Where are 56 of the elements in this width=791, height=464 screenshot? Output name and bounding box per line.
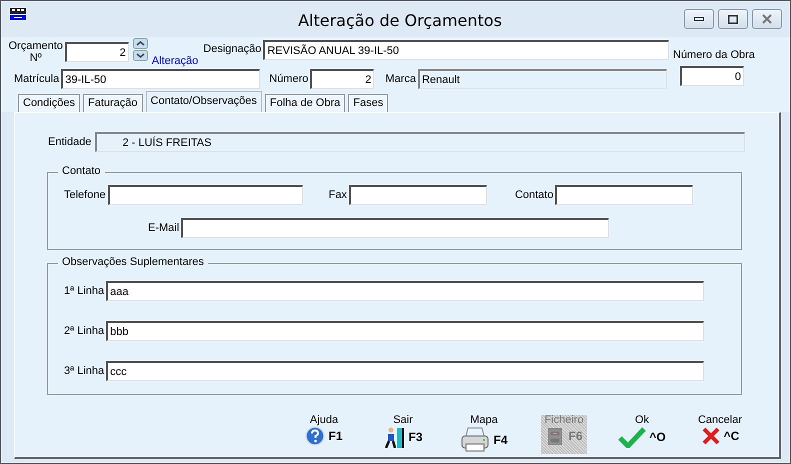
cross-icon (700, 426, 721, 446)
field-label: Orçamento Nº (8, 40, 64, 64)
minimize-button[interactable] (684, 9, 714, 29)
field-label: E-Mail (148, 222, 180, 234)
field-label: Número da Obra (673, 49, 755, 61)
input-field[interactable]: ccc (106, 361, 704, 381)
spin-up-icon (132, 38, 148, 48)
maximize-button[interactable] (718, 9, 748, 29)
tab[interactable]: Condições (18, 94, 80, 112)
app-icon (10, 8, 26, 20)
field-label: Contato (514, 189, 554, 201)
close-button[interactable] (752, 9, 782, 29)
input-field[interactable] (348, 185, 487, 205)
printer-icon (460, 426, 490, 454)
tab[interactable]: Contato/Observações (146, 91, 262, 112)
mode-link[interactable]: Alteração (152, 55, 198, 67)
toolbar-button[interactable]: Ok ^O (619, 415, 665, 454)
toolbar-button[interactable]: Ajuda F1 (303, 415, 345, 454)
maximize-icon (728, 14, 738, 24)
field-label: Telefone (64, 189, 106, 201)
input-field[interactable]: bbb (106, 321, 704, 341)
minimize-icon (694, 17, 704, 21)
group-title: Contato (58, 165, 105, 177)
field-label: Número (269, 73, 308, 85)
input-field[interactable]: REVISÃO ANUAL 39-IL-50 (263, 40, 669, 60)
tab[interactable]: Folha de Obra (264, 94, 346, 112)
toolbar-button[interactable]: Sair F3 (381, 415, 425, 454)
input-field[interactable]: Renault (418, 69, 667, 89)
toolbar-button[interactable]: Mapa F4 (459, 415, 509, 454)
close-icon (762, 14, 772, 24)
field-label: Entidade (48, 136, 92, 148)
field-label: Matrícula (14, 73, 60, 85)
field-label: 3ª Linha (64, 365, 104, 377)
input-field[interactable] (181, 218, 610, 238)
input-field[interactable]: 2 (65, 42, 129, 62)
input-field[interactable]: 2 - LUÍS FREITAS (95, 132, 746, 152)
field-label: Designação (203, 43, 262, 55)
help-icon (305, 426, 326, 446)
input-field[interactable] (555, 185, 694, 205)
input-field[interactable]: aaa (106, 281, 704, 301)
field-label: Marca (385, 73, 416, 85)
walking-person-icon (383, 426, 406, 448)
group-title: Observações Suplementares (58, 256, 208, 268)
input-field[interactable]: 0 (680, 66, 744, 86)
input-field[interactable] (108, 185, 303, 205)
field-label: 2ª Linha (64, 325, 104, 337)
field-label: Fax (328, 189, 347, 201)
tab[interactable]: Fases (348, 94, 388, 112)
spin-down-icon (132, 50, 148, 60)
tab[interactable]: Faturação (82, 94, 143, 112)
input-field[interactable]: 39-IL-50 (61, 69, 260, 89)
check-icon (618, 426, 646, 448)
toolbar-button[interactable]: Cancelar ^C (695, 415, 745, 454)
field-label: 1ª Linha (64, 285, 104, 297)
input-field[interactable]: 2 (310, 69, 374, 89)
window-title: Alteração de Orçamentos (297, 10, 503, 30)
